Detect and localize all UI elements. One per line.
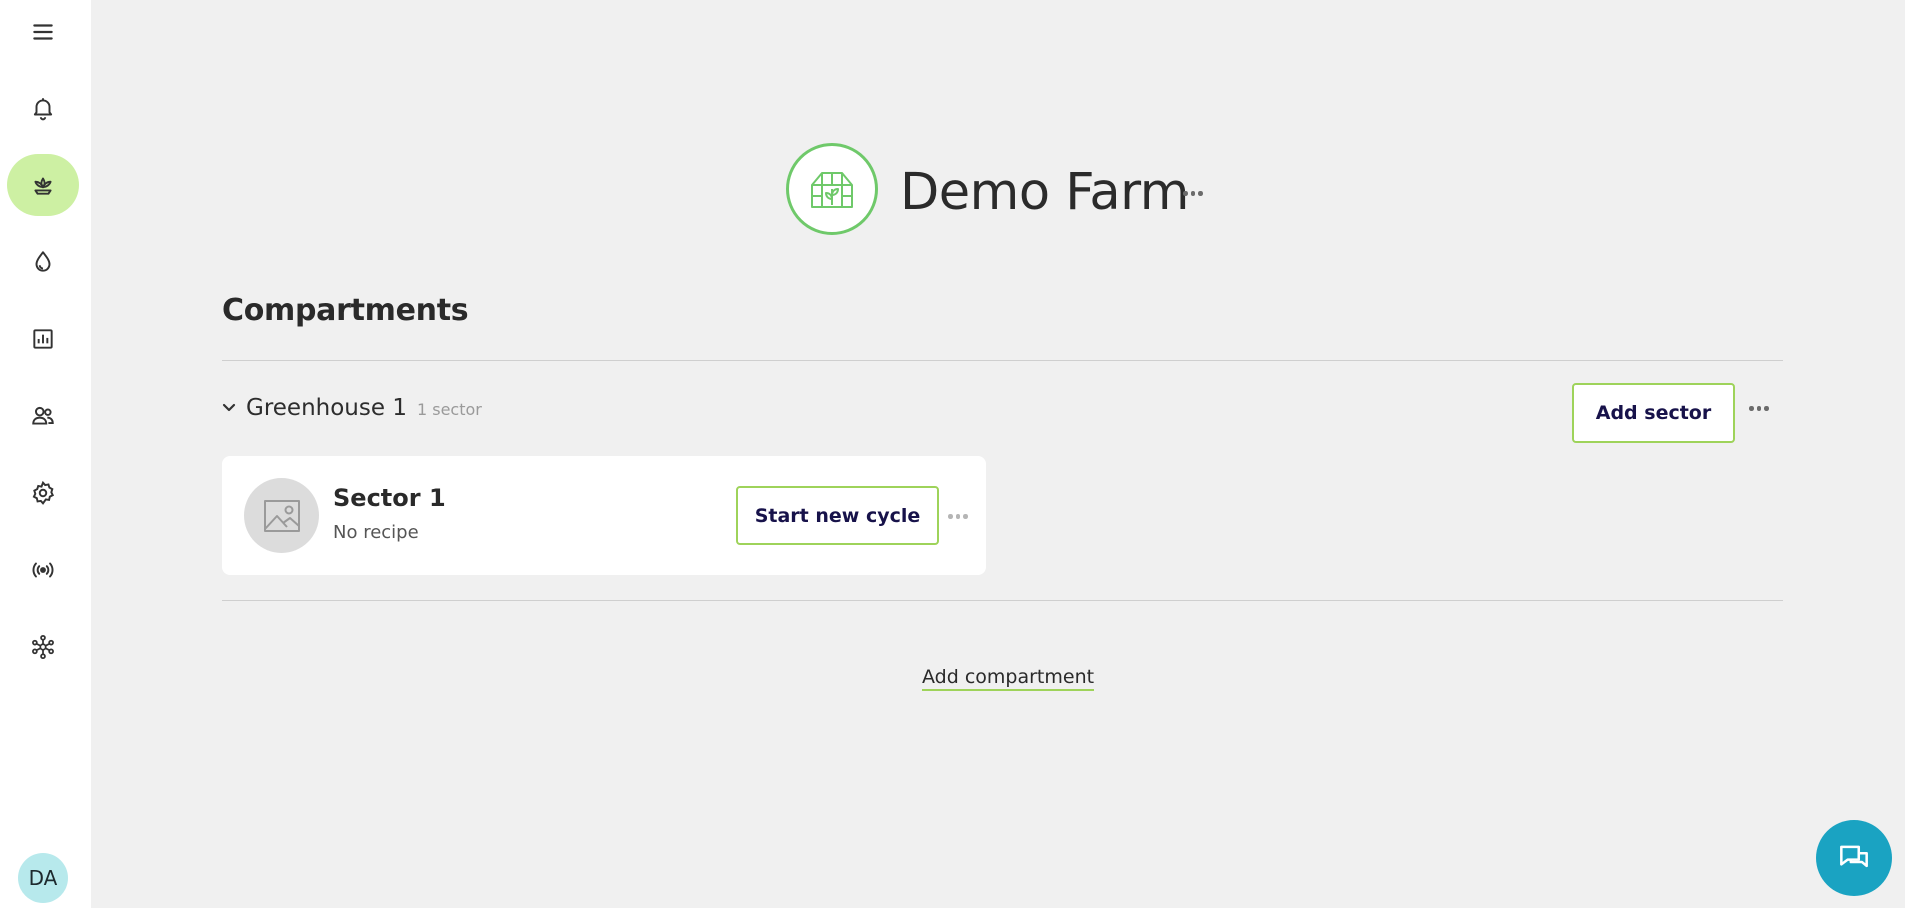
water-drop-icon (35, 251, 51, 272)
plant-icon (34, 177, 52, 195)
more-dot (1749, 406, 1754, 411)
sidebar-item-settings[interactable] (7, 462, 79, 524)
more-dot (1756, 406, 1761, 411)
broadcast-icon (32, 562, 54, 578)
sidebar-item-notifications[interactable] (7, 77, 79, 139)
farm-options-button[interactable] (1183, 191, 1203, 196)
more-dot (1190, 191, 1195, 196)
divider (222, 360, 1783, 361)
more-dot (955, 514, 960, 519)
chart-icon (33, 329, 53, 349)
more-dot (963, 514, 968, 519)
chevron-down-icon (222, 403, 236, 412)
divider (222, 600, 1783, 601)
sidebar: DA (0, 0, 91, 908)
menu-icon (33, 24, 53, 40)
avatar[interactable]: DA (18, 853, 68, 903)
image-placeholder-icon (263, 499, 300, 532)
more-dot (1183, 191, 1188, 196)
sidebar-item-farms[interactable] (7, 154, 79, 216)
gear-icon (32, 480, 55, 505)
more-dot (1198, 191, 1203, 196)
sector-name: Sector 1 (333, 484, 446, 512)
chat-icon (1840, 845, 1868, 868)
more-dot (1764, 406, 1769, 411)
add-sector-button[interactable]: Add sector (1572, 383, 1735, 443)
sector-options-button[interactable] (948, 514, 968, 519)
sector-recipe: No recipe (333, 522, 419, 543)
network-icon (32, 634, 54, 660)
compartment-toggle[interactable]: Greenhouse 1 1 sector (222, 395, 482, 421)
menu-button[interactable] (7, 1, 79, 63)
section-title: Compartments (222, 293, 469, 328)
farm-logo (786, 143, 878, 235)
sidebar-item-devices[interactable] (7, 539, 79, 601)
chat-button[interactable] (1816, 820, 1892, 896)
sidebar-item-users[interactable] (7, 385, 79, 447)
page-title: Demo Farm (900, 163, 1189, 222)
greenhouse-icon (811, 172, 853, 208)
add-compartment-link[interactable]: Add compartment (922, 666, 1095, 691)
bell-icon (33, 98, 53, 121)
compartment-name: Greenhouse 1 (246, 395, 407, 421)
sidebar-item-integrations[interactable] (7, 616, 79, 678)
start-new-cycle-button[interactable]: Start new cycle (736, 486, 939, 545)
sector-thumbnail (244, 478, 319, 553)
sidebar-item-irrigation[interactable] (7, 231, 79, 293)
sector-card[interactable]: Sector 1 No recipe Start new cycle (222, 456, 986, 575)
users-icon (32, 406, 54, 425)
compartment-sector-count: 1 sector (416, 400, 482, 419)
sidebar-item-reports[interactable] (7, 308, 79, 370)
compartment-options-button[interactable] (1749, 406, 1769, 411)
more-dot (948, 514, 953, 519)
